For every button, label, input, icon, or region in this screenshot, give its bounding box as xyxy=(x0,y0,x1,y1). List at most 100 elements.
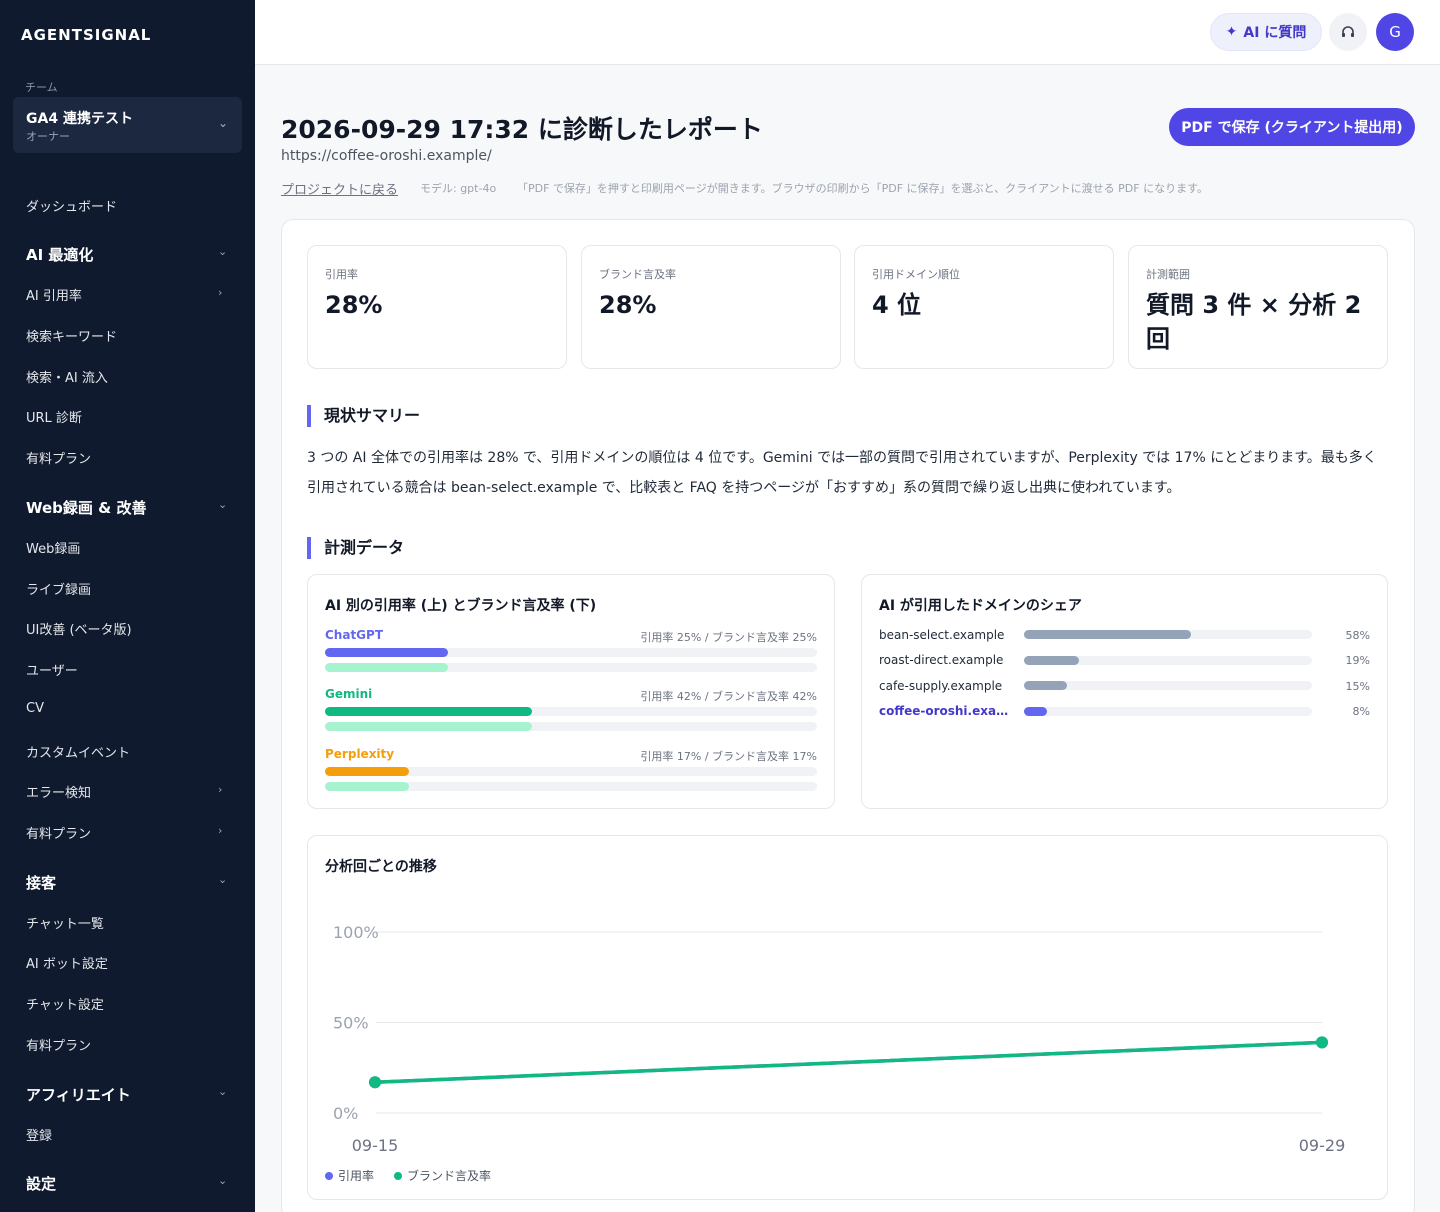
domain-bar-track xyxy=(1024,656,1312,665)
domain-share-label: 58% xyxy=(1345,629,1370,642)
model-label: モデル: gpt-4o xyxy=(420,182,497,195)
chevron-down-icon: ⌄ xyxy=(218,245,228,258)
domain-bar-track xyxy=(1024,707,1312,716)
domain-share-bar xyxy=(1024,630,1192,639)
page-title: 2026-09-29 17:32 に診断したレポート xyxy=(281,115,763,144)
sidebar-item-dashboard[interactable]: ダッシュボード xyxy=(26,196,117,215)
panel-title: AI が引用したドメインのシェア xyxy=(879,598,1082,614)
legend-citation: 引用率 xyxy=(325,1167,374,1184)
trend-chart: 0% 50% 100% 09-15 09-29 xyxy=(333,923,1346,1155)
legend-label: 引用率 xyxy=(338,1169,375,1183)
chevron-down-icon: ⌄ xyxy=(218,873,228,886)
kpi-value: 4 位 xyxy=(872,291,922,319)
ai-stat: 引用率 17% / ブランド言及率 17% xyxy=(640,750,817,763)
team-role: オーナー xyxy=(26,130,70,143)
sidebar-item-users[interactable]: ユーザー xyxy=(26,660,78,679)
sidebar-section-customer-service[interactable]: 接客 xyxy=(26,872,56,893)
team-label: チーム xyxy=(25,81,58,94)
kpi-card-brand-mention: ブランド言及率 28% xyxy=(581,245,841,369)
domain-name: bean-select.example xyxy=(879,628,1005,642)
sidebar-item-keywords[interactable]: 検索キーワード xyxy=(26,326,117,345)
team-name: GA4 連携テスト xyxy=(26,111,133,127)
ai-stat: 引用率 25% / ブランド言及率 25% xyxy=(640,631,817,644)
sidebar-item-url-diagnosis[interactable]: URL 診断 xyxy=(26,407,82,426)
sidebar-item-ai-bot-settings[interactable]: AI ボット設定 xyxy=(26,953,108,972)
sidebar-item-paid-plan[interactable]: 有料プラン xyxy=(26,448,91,467)
sidebar-item-custom-events[interactable]: カスタムイベント xyxy=(26,742,130,761)
sidebar-section-settings[interactable]: 設定 xyxy=(26,1173,56,1194)
kpi-card-domain-rank: 引用ドメイン順位 4 位 xyxy=(854,245,1114,369)
sidebar-section-ai-optimization[interactable]: AI 最適化 xyxy=(26,244,93,265)
legend-mention: ブランド言及率 xyxy=(394,1167,491,1184)
panel-title: 分析回ごとの推移 xyxy=(325,859,437,875)
legend-dot xyxy=(325,1171,333,1180)
series-line xyxy=(373,1040,1324,1084)
kpi-label: 引用率 xyxy=(325,268,358,281)
kpi-value: 質問 3 件 × 分析 2 回 xyxy=(1146,291,1362,353)
mention-bar xyxy=(325,722,532,731)
sidebar-section-affiliate[interactable]: アフィリエイト xyxy=(26,1084,131,1105)
ai-name-gemini: Gemini xyxy=(325,687,373,701)
domain-name: roast-direct.example xyxy=(879,653,1004,667)
citation-bar xyxy=(325,648,448,657)
x-tick-label: 09-29 xyxy=(1299,1136,1346,1155)
site-url: https://coffee-oroshi.example/ xyxy=(281,148,492,164)
ask-ai-button[interactable]: ✦ AI に質問 xyxy=(1210,13,1322,51)
support-button[interactable] xyxy=(1329,13,1367,51)
chevron-right-icon: › xyxy=(218,824,223,837)
data-point xyxy=(1316,1036,1328,1049)
sidebar-section-web-recording[interactable]: Web録画 & 改善 xyxy=(26,497,146,518)
sidebar: AGENTSIGNAL チーム GA4 連携テスト オーナー ⌄ ダッシュボード… xyxy=(0,0,255,1212)
y-tick-label: 100% xyxy=(333,923,379,942)
sidebar-item-ai-citation[interactable]: AI 引用率 xyxy=(26,285,82,304)
citation-bar xyxy=(325,767,409,776)
data-point xyxy=(369,1076,381,1089)
measurement-heading: 計測データ xyxy=(307,537,404,559)
domain-share-bar xyxy=(1024,656,1079,665)
sidebar-item-error-detection[interactable]: エラー検知 xyxy=(26,782,91,801)
mention-bar-track xyxy=(325,663,817,672)
sidebar-item-cv[interactable]: CV xyxy=(26,701,44,716)
mention-bar-track xyxy=(325,722,817,731)
ask-ai-label: AI に質問 xyxy=(1243,25,1307,41)
panel-title: AI 別の引用率 (上) とブランド言及率 (下) xyxy=(325,598,597,614)
domain-name: cafe-supply.example xyxy=(879,679,1003,693)
kpi-card-citation-rate: 引用率 28% xyxy=(307,245,567,369)
summary-heading: 現状サマリー xyxy=(307,405,420,427)
kpi-label: 引用ドメイン順位 xyxy=(872,268,960,281)
sidebar-item-traffic[interactable]: 検索・AI 流入 xyxy=(26,367,108,386)
pdf-hint: 「PDF で保存」を押すと印刷用ページが開きます。ブラウザの印刷から「PDF に… xyxy=(517,182,1208,195)
chevron-down-icon: ⌄ xyxy=(218,1085,228,1098)
sidebar-item-chat-settings[interactable]: チャット設定 xyxy=(26,994,104,1013)
ai-rate-panel: AI 別の引用率 (上) とブランド言及率 (下) ChatGPT 引用率 25… xyxy=(307,574,835,809)
x-tick-label: 09-15 xyxy=(352,1136,399,1155)
kpi-label: 計測範囲 xyxy=(1146,268,1190,281)
citation-bar-track xyxy=(325,767,817,776)
sidebar-item-chat-list[interactable]: チャット一覧 xyxy=(26,913,104,932)
domain-bar-track xyxy=(1024,630,1312,639)
brand-logo[interactable]: AGENTSIGNAL xyxy=(21,26,151,44)
citation-bar-track xyxy=(325,707,817,716)
sidebar-item-paid-plan[interactable]: 有料プラン xyxy=(26,1035,91,1054)
chevron-right-icon: › xyxy=(218,783,223,796)
legend-label: ブランド言及率 xyxy=(407,1169,492,1183)
sidebar-item-register[interactable]: 登録 xyxy=(26,1125,52,1144)
sidebar-item-live-recording[interactable]: ライブ録画 xyxy=(26,579,91,598)
y-tick-label: 50% xyxy=(333,1014,369,1033)
avatar[interactable]: G xyxy=(1376,13,1414,51)
kpi-value: 28% xyxy=(325,291,383,319)
sidebar-item-paid-plan[interactable]: 有料プラン xyxy=(26,823,91,842)
sidebar-item-ui-improvement[interactable]: UI改善 (ベータ版) xyxy=(26,619,132,638)
back-to-project-link[interactable]: プロジェクトに戻る xyxy=(281,179,398,198)
chevron-down-icon: ⌄ xyxy=(217,116,228,130)
mention-bar-track xyxy=(325,782,817,791)
kpi-label: ブランド言及率 xyxy=(599,268,676,281)
kpi-card-scope: 計測範囲 質問 3 件 × 分析 2 回 xyxy=(1128,245,1388,369)
team-switcher[interactable]: GA4 連携テスト オーナー ⌄ xyxy=(13,97,242,153)
sidebar-item-web-recording[interactable]: Web録画 xyxy=(26,538,80,557)
y-tick-label: 0% xyxy=(333,1104,358,1123)
save-pdf-button[interactable]: PDF で保存 (クライアント提出用) xyxy=(1169,108,1415,146)
kpi-value: 28% xyxy=(599,291,657,319)
mention-bar xyxy=(325,782,409,791)
domain-bar-track xyxy=(1024,681,1312,690)
